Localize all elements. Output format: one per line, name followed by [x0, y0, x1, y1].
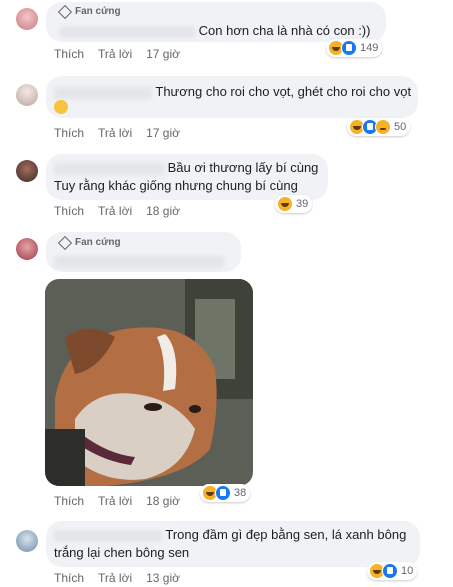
like-icon	[382, 563, 398, 579]
reaction-summary[interactable]: 149	[326, 39, 383, 57]
sad-icon	[375, 119, 391, 135]
reply-link[interactable]: Trả lời	[98, 204, 132, 218]
dog-image	[45, 279, 253, 486]
timestamp[interactable]: 17 giờ	[146, 126, 180, 140]
blurred-name	[54, 255, 224, 268]
comment-actions: Thích Trả lời 18 giờ	[54, 204, 180, 218]
blurred-name	[54, 86, 152, 99]
like-icon	[341, 40, 357, 56]
dog-photo[interactable]	[45, 279, 253, 486]
comment-text-line1: Bầu ơi thương lấy bí cùng	[54, 159, 318, 177]
fan-badge: Fan cứng	[57, 4, 121, 19]
avatar[interactable]	[16, 84, 38, 106]
like-link[interactable]: Thích	[54, 204, 84, 218]
comment-text: Con hơn cha là nhà có con :))	[60, 22, 370, 40]
comment-text: Thương cho roi cho vọt, ghét cho roi cho…	[54, 83, 411, 101]
reply-link[interactable]: Trả lời	[98, 494, 132, 508]
sticker-icon	[54, 100, 68, 114]
avatar[interactable]	[16, 8, 38, 30]
comment-actions: Thích Trả lời 17 giờ	[54, 47, 180, 61]
haha-icon	[277, 196, 293, 212]
diamond-icon	[57, 235, 73, 250]
like-link[interactable]: Thích	[54, 571, 84, 585]
like-link[interactable]: Thích	[54, 494, 84, 508]
blurred-name-line	[54, 252, 224, 270]
comment-actions: Thích Trả lời 13 giờ	[54, 571, 180, 585]
avatar[interactable]	[16, 238, 38, 260]
timestamp[interactable]: 18 giờ	[146, 204, 180, 218]
comment-text-line2: trắng lại chen bông sen	[54, 545, 190, 560]
avatar[interactable]	[16, 530, 38, 552]
timestamp[interactable]: 17 giờ	[146, 47, 180, 61]
like-link[interactable]: Thích	[54, 126, 84, 140]
fan-badge: Fan cứng	[57, 235, 121, 250]
avatar[interactable]	[16, 160, 38, 182]
reaction-summary[interactable]: 10	[367, 562, 418, 580]
reply-link[interactable]: Trả lời	[98, 126, 132, 140]
timestamp[interactable]: 18 giờ	[146, 494, 180, 508]
blurred-name	[60, 25, 195, 38]
reply-link[interactable]: Trả lời	[98, 47, 132, 61]
timestamp[interactable]: 13 giờ	[146, 571, 180, 585]
blurred-name	[54, 162, 164, 175]
like-icon	[215, 485, 231, 501]
comment-text-line2: Tuy rằng khác giống nhưng chung bí cùng	[54, 178, 298, 193]
comment-actions: Thích Trả lời 18 giờ	[54, 494, 180, 508]
reaction-summary[interactable]: 38	[200, 484, 251, 502]
reply-link[interactable]: Trả lời	[98, 571, 132, 585]
comment-actions: Thích Trả lời 17 giờ	[54, 126, 180, 140]
reaction-summary[interactable]: 39	[275, 195, 313, 213]
diamond-icon	[57, 4, 73, 19]
blurred-name	[54, 529, 162, 542]
comment-text-line1: Trong đầm gì đẹp bằng sen, lá xanh bông	[54, 526, 406, 544]
reaction-summary[interactable]: 50	[347, 118, 411, 136]
like-link[interactable]: Thích	[54, 47, 84, 61]
